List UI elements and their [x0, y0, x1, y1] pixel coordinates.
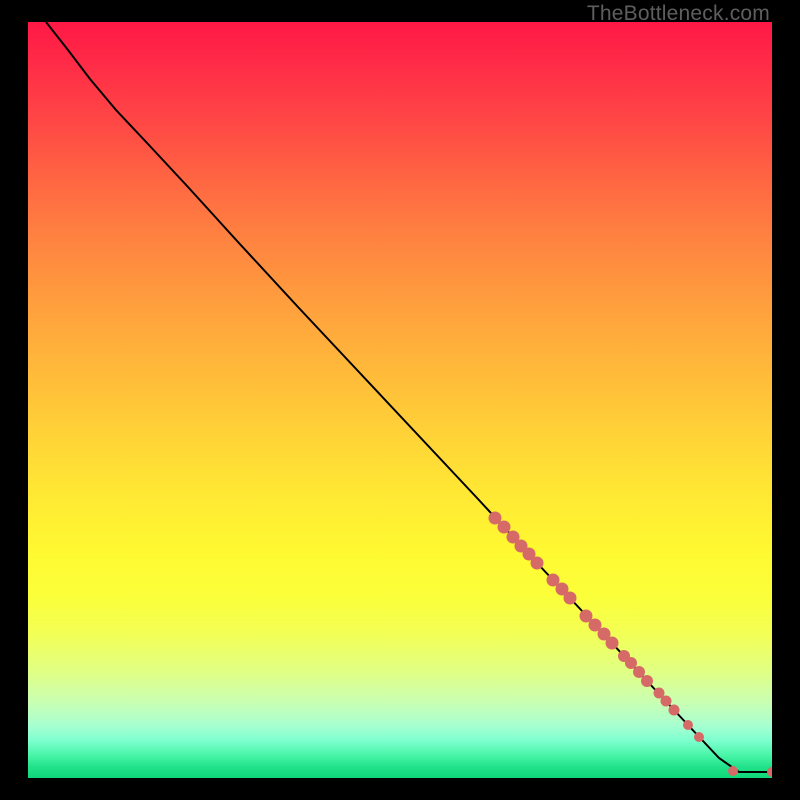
chart-marker: [767, 767, 772, 777]
chart-plot: [28, 22, 772, 778]
chart-marker: [633, 666, 645, 678]
chart-marker: [564, 592, 577, 605]
chart-marker: [683, 720, 693, 730]
chart-markers: [489, 512, 773, 778]
chart-marker: [498, 521, 511, 534]
chart-marker: [661, 696, 672, 707]
chart-marker: [694, 732, 704, 742]
chart-curve: [46, 22, 772, 772]
chart-frame: [28, 22, 772, 778]
chart-marker: [606, 637, 619, 650]
chart-marker: [641, 675, 653, 687]
chart-marker: [728, 766, 738, 776]
chart-marker: [531, 557, 544, 570]
chart-marker: [625, 657, 637, 669]
chart-marker: [669, 705, 680, 716]
